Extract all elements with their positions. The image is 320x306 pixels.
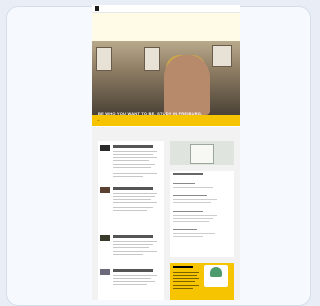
news-line [113,251,157,252]
hero-window-2 [144,47,160,71]
promo-line [173,275,197,276]
news-thumbnail [100,145,110,151]
sidebar-line [173,199,217,200]
news-line [113,196,155,197]
hero-person [164,55,210,115]
sidebar-line [173,233,215,234]
news-title[interactable] [113,145,153,148]
news-column [98,141,164,300]
partner-logo-icon [204,265,228,287]
promo-box[interactable] [170,263,234,300]
sidebar-image-inner [190,144,214,164]
hero-window-3 [212,45,232,67]
news-thumbnail [100,235,110,241]
webpage: BE WHO YOU WANT TO BE. STUDY IN FREIBURG… [92,5,240,300]
news-line [113,164,155,165]
sidebar-line[interactable] [173,211,203,212]
news-line [113,160,149,161]
promo-line [173,288,193,289]
sidebar-line [173,218,213,219]
sidebar-line[interactable] [173,229,197,230]
news-line [113,275,157,276]
sidebar-heading [173,173,203,175]
news-line [113,278,151,279]
news-line [113,284,147,285]
news-line [113,167,151,168]
news-line [113,193,157,194]
arrow-right-icon: → [96,117,100,122]
news-line [113,202,157,203]
news-thumbnail [100,187,110,193]
news-line [113,199,151,200]
news-line [113,254,143,255]
sidebar-image[interactable] [170,141,234,165]
sidebar-line [173,236,203,237]
partner-logo-mark [210,267,222,277]
promo-line [173,278,199,279]
news-line [113,151,157,152]
news-line [113,247,149,248]
sidebar-line [173,202,211,203]
promo-line [173,285,199,286]
sidebar-box [170,171,234,257]
promo-title [173,266,193,268]
news-line [113,207,153,208]
hero-image: BE WHO YOU WANT TO BE. STUDY IN FREIBURG… [92,41,240,116]
sidebar-line [173,187,213,188]
sidebar-line [173,215,217,216]
university-logo-icon[interactable] [95,6,99,11]
sidebar-line [173,221,209,222]
hero-window-1 [96,47,112,71]
yellow-banner[interactable]: → [92,115,240,126]
news-title[interactable] [113,235,153,238]
news-line [113,154,153,155]
news-line [113,210,147,211]
news-thumbnail [100,269,110,275]
news-line [113,176,143,177]
news-line [113,241,157,242]
news-title[interactable] [113,269,153,272]
news-line [113,244,153,245]
news-title[interactable] [113,187,153,190]
sidebar-line[interactable] [173,195,207,196]
promo-line [173,281,195,282]
site-header [92,5,240,13]
news-line [113,281,155,282]
top-navigation-strip [92,13,240,41]
sidebar-line[interactable] [173,183,195,184]
promo-line [173,272,199,273]
news-line [113,173,157,174]
news-line [113,157,157,158]
main-content [92,127,240,300]
